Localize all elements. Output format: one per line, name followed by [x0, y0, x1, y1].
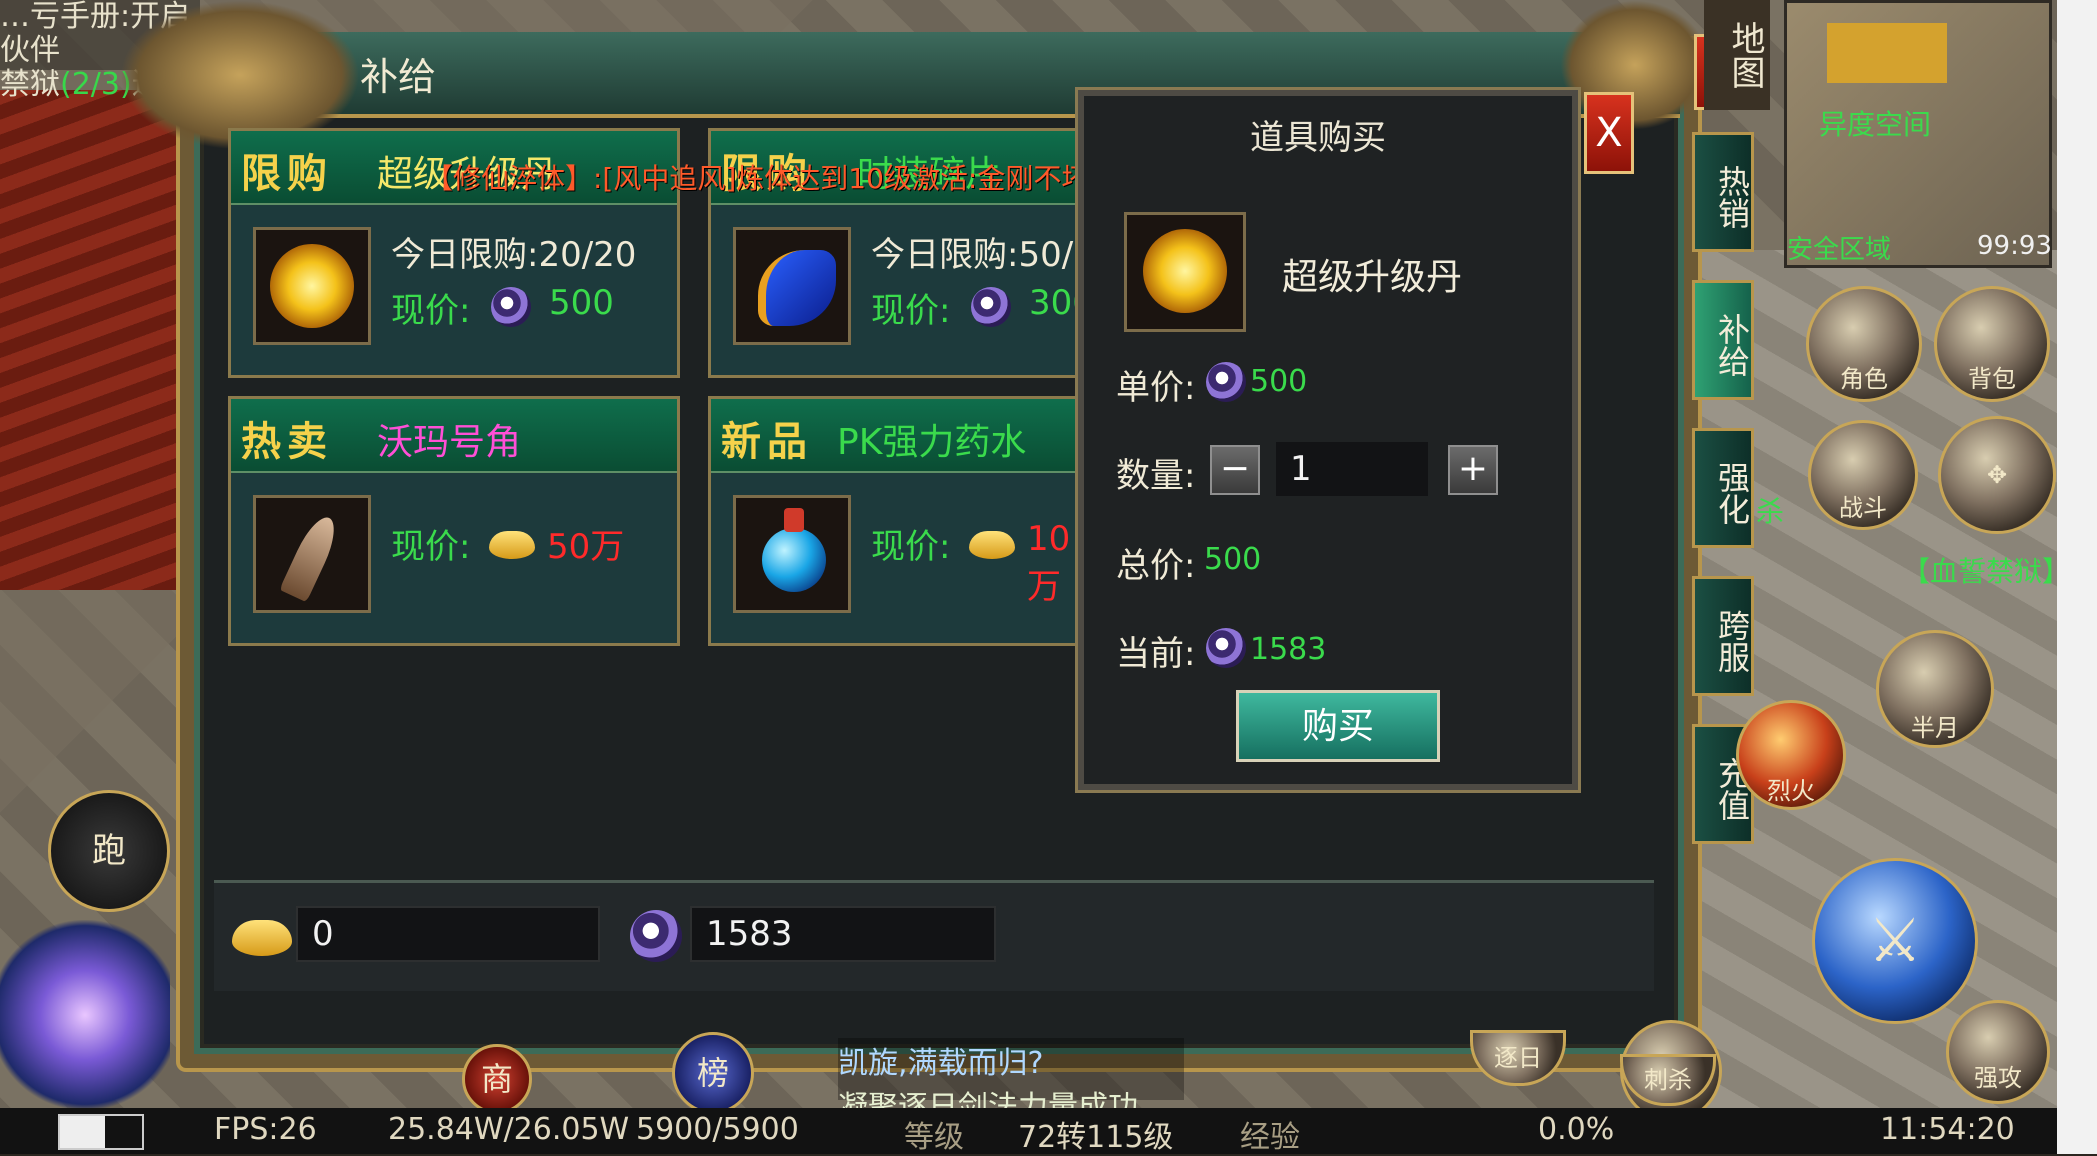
- shop-card-2[interactable]: 热卖 沃玛号角 现价: 50万: [228, 396, 680, 646]
- tab-cross-server[interactable]: 跨服: [1692, 576, 1754, 696]
- coin-icon: [971, 287, 1011, 327]
- current-balance-value: 1583: [1250, 632, 1327, 667]
- exp-label: 经验: [1240, 1120, 1300, 1155]
- hp-readout: 5900/5900: [636, 1112, 799, 1147]
- card-tag: 热卖: [241, 418, 333, 465]
- weight-readout: 25.84W/26.05W: [388, 1112, 630, 1147]
- card-price-label: 现价:: [391, 527, 471, 567]
- coin-icon: [491, 287, 531, 327]
- tab-hot-sale[interactable]: 热销: [1692, 132, 1754, 252]
- quest-name: 禁狱: [0, 67, 60, 102]
- total-price-label: 总价:: [1116, 546, 1196, 586]
- rank-button[interactable]: 榜: [672, 1032, 754, 1114]
- card-price-label: 现价:: [391, 291, 471, 331]
- battery-icon: [58, 1114, 144, 1150]
- dialog-title: 道具购买: [1250, 118, 1386, 158]
- potion-icon: [733, 495, 851, 613]
- shop-button[interactable]: 商: [462, 1044, 532, 1114]
- tab-supply[interactable]: 补给: [1692, 280, 1754, 400]
- upgrade-pill-icon: [1124, 212, 1246, 332]
- kill-text: 杀: [1756, 495, 1785, 528]
- temple-roof: [0, 90, 180, 590]
- attack-button[interactable]: ⚔: [1812, 858, 1978, 1024]
- unit-price-label: 单价:: [1116, 368, 1196, 408]
- card-limit: 今日限购:50/: [871, 235, 1074, 275]
- run-button[interactable]: 跑: [48, 790, 170, 912]
- fps-readout: FPS:26: [214, 1112, 317, 1147]
- minimap-safe-zone: 安全区域: [1787, 235, 1892, 265]
- coin-balance-field: 1583: [690, 906, 996, 962]
- fire-skill-button[interactable]: 烈火: [1736, 700, 1846, 810]
- card-price: 500: [549, 283, 614, 323]
- panel-title: 补给: [360, 55, 437, 99]
- character-avatar[interactable]: [0, 920, 170, 1110]
- card-price: 50万: [547, 527, 625, 567]
- gold-ingot-icon: [232, 920, 292, 956]
- half-moon-skill-button[interactable]: 半月: [1876, 630, 1994, 748]
- gold-ingot-icon: [489, 531, 535, 559]
- purchase-dialog: [1078, 90, 1578, 790]
- fashion-shard-icon: [733, 227, 851, 345]
- coin-icon: [630, 910, 682, 962]
- unit-price-value: 500: [1250, 364, 1308, 399]
- bag-button[interactable]: 背包: [1934, 286, 2050, 402]
- exp-value: 0.0%: [1538, 1112, 1615, 1147]
- dragon-ornament-right: [1560, 0, 1710, 130]
- minimap-area-name: 异度空间: [1819, 108, 1932, 141]
- minimap-building: [1827, 23, 1947, 83]
- dialog-close-button[interactable]: X: [1584, 92, 1634, 174]
- tab-enhance[interactable]: 强化: [1692, 428, 1754, 548]
- quantity-decrement-button[interactable]: −: [1210, 445, 1260, 495]
- clock: 11:54:20: [1880, 1112, 2015, 1147]
- ingot-balance-field: 0: [296, 906, 600, 962]
- buy-button[interactable]: 购买: [1236, 690, 1440, 762]
- gold-ingot-icon: [969, 531, 1015, 559]
- chat-line-1: 凯旋,满载而归?: [838, 1046, 1044, 1081]
- blood-prison-label: 【血誓禁狱】: [1902, 555, 2071, 588]
- card-item-name: 沃玛号角: [377, 422, 522, 463]
- card-price: 10万: [1027, 519, 1071, 607]
- minimap[interactable]: 异度空间 安全区域 99:93: [1784, 0, 2052, 268]
- quantity-label: 数量:: [1116, 456, 1196, 496]
- card-tag: 新品: [721, 418, 813, 465]
- coin-icon: [1206, 362, 1246, 402]
- quantity-input[interactable]: [1276, 442, 1428, 496]
- shop-card-3[interactable]: 新品 PK强力药水 现价: 10万: [708, 396, 1078, 646]
- upgrade-pill-icon: [253, 227, 371, 345]
- chat-box[interactable]: 凯旋,满载而归? 凝聚逐日剑法力量成功...: [838, 1038, 1184, 1125]
- card-price-label: 现价:: [871, 291, 951, 331]
- role-button[interactable]: 角色: [1806, 286, 1922, 402]
- card-item-name: PK强力药水: [837, 422, 1027, 463]
- card-price-label: 现价:: [871, 527, 951, 567]
- total-price-value: 500: [1204, 542, 1262, 577]
- battle-button[interactable]: 战斗: [1808, 420, 1918, 530]
- dialog-item-name: 超级升级丹: [1282, 257, 1463, 298]
- map-tab[interactable]: 地图: [1704, 0, 1770, 110]
- quantity-increment-button[interactable]: +: [1448, 445, 1498, 495]
- strong-attack-button[interactable]: 强攻: [1946, 1000, 2050, 1104]
- level-label: 等级: [904, 1120, 964, 1155]
- card-limit: 今日限购:20/20: [391, 235, 637, 275]
- dpad-icon[interactable]: ✥: [1938, 416, 2056, 534]
- card-tag: 限购: [241, 150, 333, 197]
- status-bar: FPS:26 25.84W/26.05W 5900/5900 等级 72转115…: [0, 1108, 2057, 1155]
- woma-horn-icon: [253, 495, 371, 613]
- minimap-coords: 99:93: [1977, 231, 2052, 261]
- card-header: 新品 PK强力药水: [711, 399, 1075, 473]
- level-value: 72转115级: [1018, 1120, 1174, 1155]
- card-header: 热卖 沃玛号角: [231, 399, 677, 473]
- coin-icon: [1206, 628, 1246, 668]
- current-balance-label: 当前:: [1116, 634, 1196, 674]
